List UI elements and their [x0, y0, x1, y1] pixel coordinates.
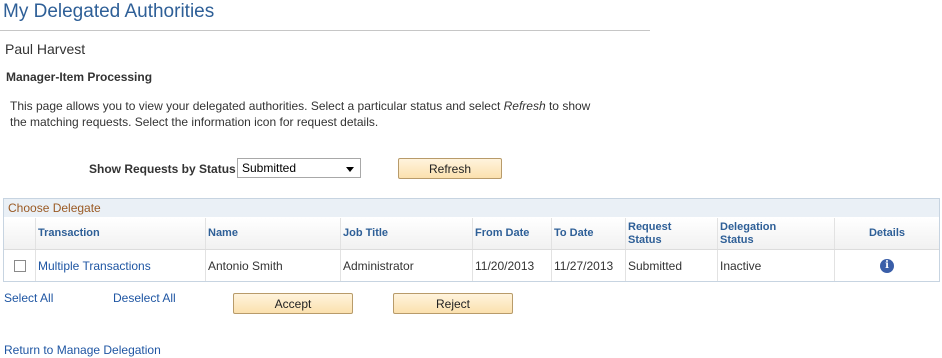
status-filter-label: Show Requests by Status	[89, 162, 236, 176]
request-status-cell: Submitted	[625, 250, 717, 281]
info-icon[interactable]: i	[880, 258, 894, 273]
transaction-link[interactable]: Multiple Transactions	[38, 259, 151, 273]
transaction-cell: Multiple Transactions	[35, 250, 205, 281]
column-header-name[interactable]: Name	[205, 218, 340, 249]
section-label: Manager-Item Processing	[6, 70, 153, 84]
description-text-1: This page allows you to view your delega…	[10, 99, 504, 113]
to-date-cell: 11/27/2013	[551, 250, 625, 281]
grid-caption: Choose Delegate	[8, 201, 101, 215]
column-header-request-status[interactable]: Request Status	[625, 218, 717, 249]
details-cell: i	[834, 250, 939, 281]
delegate-grid: Choose Delegate Transaction Name Job Tit…	[3, 198, 940, 282]
from-date-cell: 11/20/2013	[472, 250, 551, 281]
column-header-transaction[interactable]: Transaction	[35, 218, 205, 249]
chevron-down-icon	[346, 167, 354, 172]
title-divider	[0, 30, 650, 31]
delegation-status-header-label: Delegation Status	[720, 220, 777, 246]
deselect-all-link[interactable]: Deselect All	[113, 291, 176, 305]
reject-button[interactable]: Reject	[393, 293, 513, 314]
row-select-cell	[4, 250, 35, 281]
page-description: This page allows you to view your delega…	[10, 98, 610, 130]
table-row: Multiple Transactions Antonio Smith Admi…	[4, 250, 939, 281]
description-refresh-emphasis: Refresh	[503, 99, 546, 113]
column-header-delegation-status[interactable]: Delegation Status	[717, 218, 834, 249]
accept-button[interactable]: Accept	[233, 293, 353, 314]
person-name: Paul Harvest	[5, 41, 86, 57]
column-header-job-title[interactable]: Job Title	[340, 218, 472, 249]
return-to-manage-delegation-link[interactable]: Return to Manage Delegation	[4, 343, 161, 357]
job-title-cell: Administrator	[340, 250, 472, 281]
column-header-details: Details	[834, 218, 939, 249]
status-select[interactable]: Submitted	[237, 158, 361, 178]
request-status-header-label: Request Status	[628, 220, 672, 246]
column-header-to-date[interactable]: To Date	[551, 218, 625, 249]
column-header-from-date[interactable]: From Date	[472, 218, 551, 249]
column-header-select	[4, 218, 35, 249]
status-select-value: Submitted	[242, 161, 297, 175]
delegation-status-cell: Inactive	[717, 250, 834, 281]
refresh-button[interactable]: Refresh	[398, 158, 502, 179]
grid-header: Choose Delegate	[4, 199, 939, 217]
select-all-link[interactable]: Select All	[4, 291, 53, 305]
page-title: My Delegated Authorities	[3, 1, 215, 22]
column-header-row: Transaction Name Job Title From Date To …	[4, 218, 939, 250]
name-cell: Antonio Smith	[205, 250, 340, 281]
row-checkbox[interactable]	[13, 259, 26, 272]
